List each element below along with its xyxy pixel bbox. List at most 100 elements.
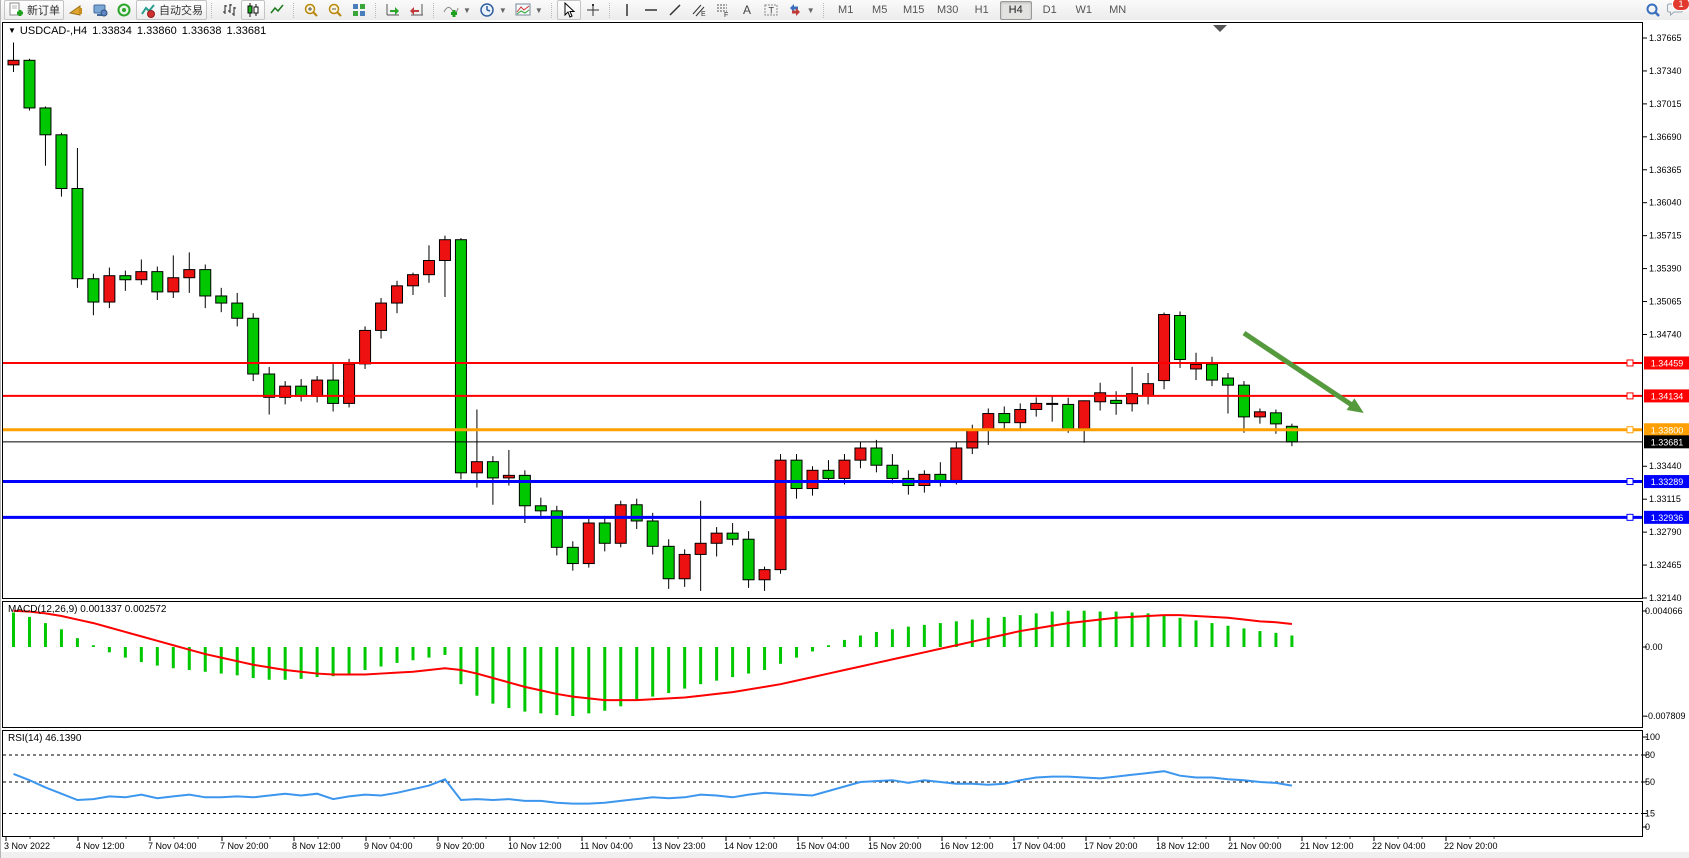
- cursor-icon: [561, 2, 577, 18]
- chart-root: 1.376651.373401.370151.366901.363651.360…: [3, 23, 1689, 852]
- candle: [887, 465, 898, 478]
- price-tick-label: 1.33115: [1649, 494, 1681, 504]
- price-tick-label: 1.32465: [1649, 560, 1682, 570]
- macd-tick-label: 0.004066: [1645, 606, 1683, 616]
- candle: [983, 414, 994, 430]
- candle: [344, 364, 355, 404]
- timeframe-button-h4[interactable]: H4: [1000, 1, 1032, 20]
- time-label: 18 Nov 12:00: [1156, 841, 1210, 851]
- price-tick-label: 1.36690: [1649, 132, 1682, 142]
- candle: [1191, 364, 1202, 369]
- candle: [136, 272, 147, 280]
- toolbar-separator: [433, 3, 435, 18]
- candle: [599, 523, 610, 543]
- candlestick-type-button[interactable]: [241, 0, 265, 20]
- candle: [839, 460, 850, 478]
- chevron-down-icon: ▼: [463, 6, 471, 15]
- chart-symbol-header[interactable]: ▼USDCAD-,H41.338341.338601.336381.33681: [8, 25, 271, 37]
- line-handle[interactable]: [1627, 360, 1633, 366]
- zoom-in-icon: [303, 2, 319, 18]
- horizontal-line-tool-button[interactable]: [639, 0, 663, 20]
- time-label: 21 Nov 12:00: [1300, 841, 1354, 851]
- zoom-out-button[interactable]: [323, 0, 347, 20]
- profiles-button[interactable]: [64, 0, 88, 20]
- chat-button[interactable]: 1: [1667, 1, 1684, 20]
- trendline-tool-button[interactable]: [663, 0, 687, 20]
- periods-clock-icon: [479, 2, 495, 18]
- price-tick-label: 1.32140: [1649, 593, 1682, 603]
- candle: [679, 554, 690, 578]
- time-label: 9 Nov 04:00: [364, 841, 413, 851]
- price-tick-label: 1.34740: [1649, 329, 1682, 339]
- timeframe-button-w1[interactable]: W1: [1068, 1, 1100, 20]
- candle: [999, 414, 1010, 423]
- candle: [376, 303, 387, 330]
- chart-shift-icon: [409, 2, 425, 18]
- high-value: 1.33860: [137, 25, 177, 37]
- line-handle[interactable]: [1627, 393, 1633, 399]
- timeframe-button-m15[interactable]: M15: [898, 1, 930, 20]
- arrows-tool-button[interactable]: ▼: [783, 0, 819, 20]
- chart-area: ▼USDCAD-,H41.338341.338601.336381.33681 …: [1, 20, 1689, 858]
- line-handle[interactable]: [1627, 479, 1633, 485]
- periods-button[interactable]: ▼: [475, 0, 511, 20]
- candle: [120, 276, 131, 280]
- search-icon[interactable]: [1645, 2, 1661, 18]
- price-line-badge-label: 1.34459: [1651, 358, 1684, 368]
- time-label: 22 Nov 04:00: [1372, 841, 1426, 851]
- low-value: 1.33638: [182, 25, 222, 37]
- bar-chart-type-button[interactable]: [217, 0, 241, 20]
- line-handle[interactable]: [1627, 514, 1633, 520]
- candle: [935, 474, 946, 480]
- auto-scroll-icon: [385, 2, 401, 18]
- templates-button[interactable]: ▼: [511, 0, 547, 20]
- candle: [216, 296, 227, 303]
- candle: [583, 523, 594, 564]
- candle: [695, 543, 706, 554]
- candle: [168, 278, 179, 292]
- tile-windows-button[interactable]: [347, 0, 371, 20]
- bar-chart-type-icon: [221, 2, 237, 18]
- candle: [647, 521, 658, 546]
- fibonacci-icon: F: [715, 2, 731, 18]
- candle: [1015, 409, 1026, 422]
- timeframe-button-mn[interactable]: MN: [1102, 1, 1134, 20]
- zoom-in-button[interactable]: [299, 0, 323, 20]
- timeframe-button-m1[interactable]: M1: [830, 1, 862, 20]
- auto-scroll-button[interactable]: [381, 0, 405, 20]
- candle: [40, 108, 51, 135]
- text-label-tool-button[interactable]: T: [759, 0, 783, 20]
- line-chart-type-button[interactable]: [265, 0, 289, 20]
- notification-badge: 1: [1672, 0, 1689, 11]
- line-handle[interactable]: [1627, 427, 1633, 433]
- candle: [855, 448, 866, 460]
- candle: [296, 386, 307, 396]
- crosshair-tool-button[interactable]: [581, 0, 605, 20]
- cursor-tool-button[interactable]: [557, 0, 581, 20]
- chart-shift-button[interactable]: [405, 0, 429, 20]
- chart-canvas[interactable]: 1.376651.373401.370151.366901.363651.360…: [1, 20, 1689, 858]
- new-chart-button[interactable]: [112, 0, 136, 20]
- timeframe-button-m5[interactable]: M5: [864, 1, 896, 20]
- open-value: 1.33834: [92, 25, 132, 37]
- text-tool-button[interactable]: A: [735, 0, 759, 20]
- equidistant-channel-tool-button[interactable]: E: [687, 0, 711, 20]
- fibonacci-tool-button[interactable]: F: [711, 0, 735, 20]
- timeframe-button-d1[interactable]: D1: [1034, 1, 1066, 20]
- time-label: 9 Nov 20:00: [436, 841, 485, 851]
- candle: [56, 135, 67, 189]
- time-label: 15 Nov 04:00: [796, 841, 850, 851]
- vertical-line-tool-button[interactable]: [615, 0, 639, 20]
- timeframe-button-m30[interactable]: M30: [932, 1, 964, 20]
- crosshair-icon: [585, 2, 601, 18]
- collapse-triangle-icon[interactable]: ▼: [8, 26, 16, 35]
- candle: [503, 475, 514, 478]
- time-label: 21 Nov 00:00: [1228, 841, 1282, 851]
- timeframe-button-h1[interactable]: H1: [966, 1, 998, 20]
- new-order-button[interactable]: 新订单: [4, 0, 64, 20]
- indicators-button[interactable]: ▼: [439, 0, 475, 20]
- candle: [1079, 401, 1090, 429]
- autotrading-button[interactable]: 自动交易: [136, 0, 207, 20]
- terminal-button[interactable]: [88, 0, 112, 20]
- candle: [727, 533, 738, 539]
